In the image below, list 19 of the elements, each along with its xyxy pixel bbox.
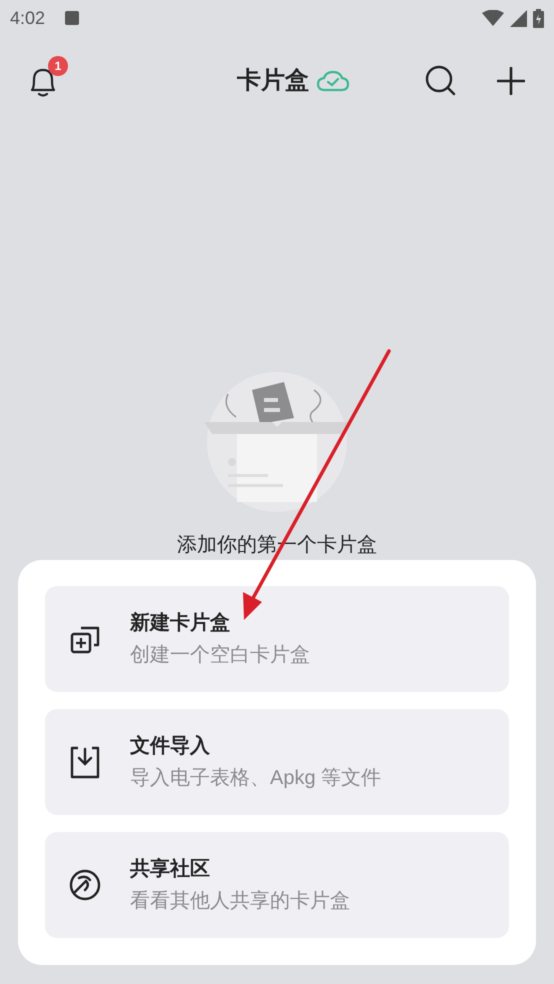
- option-title: 共享社区: [130, 856, 211, 882]
- option-card[interactable]: 共享社区 看看其他人共享的卡片盒: [45, 832, 509, 938]
- option-subtitle: 看看其他人共享的卡片盒: [130, 889, 350, 914]
- notification-badge: 1: [48, 56, 68, 76]
- option-card[interactable]: 文件导入 导入电子表格、Apkg 等文件: [45, 709, 509, 815]
- signal-icon: [510, 10, 527, 26]
- option-title: 文件导入: [130, 734, 211, 759]
- battery-icon: [533, 8, 544, 28]
- status-time: 4:02: [10, 6, 46, 30]
- add-button[interactable]: [496, 66, 526, 96]
- option-card[interactable]: 新建卡片盒 创建一个空白卡片盒: [45, 586, 509, 692]
- wifi-icon: [482, 10, 504, 26]
- search-button[interactable]: [424, 64, 458, 98]
- share-circle-icon: [68, 868, 102, 902]
- option-subtitle: 创建一个空白卡片盒: [130, 643, 310, 668]
- option-subtitle: 导入电子表格、Apkg 等文件: [130, 766, 382, 791]
- download-icon: [68, 745, 102, 779]
- app-title: 卡片盒: [237, 66, 309, 96]
- option-title: 新建卡片盒: [130, 610, 231, 636]
